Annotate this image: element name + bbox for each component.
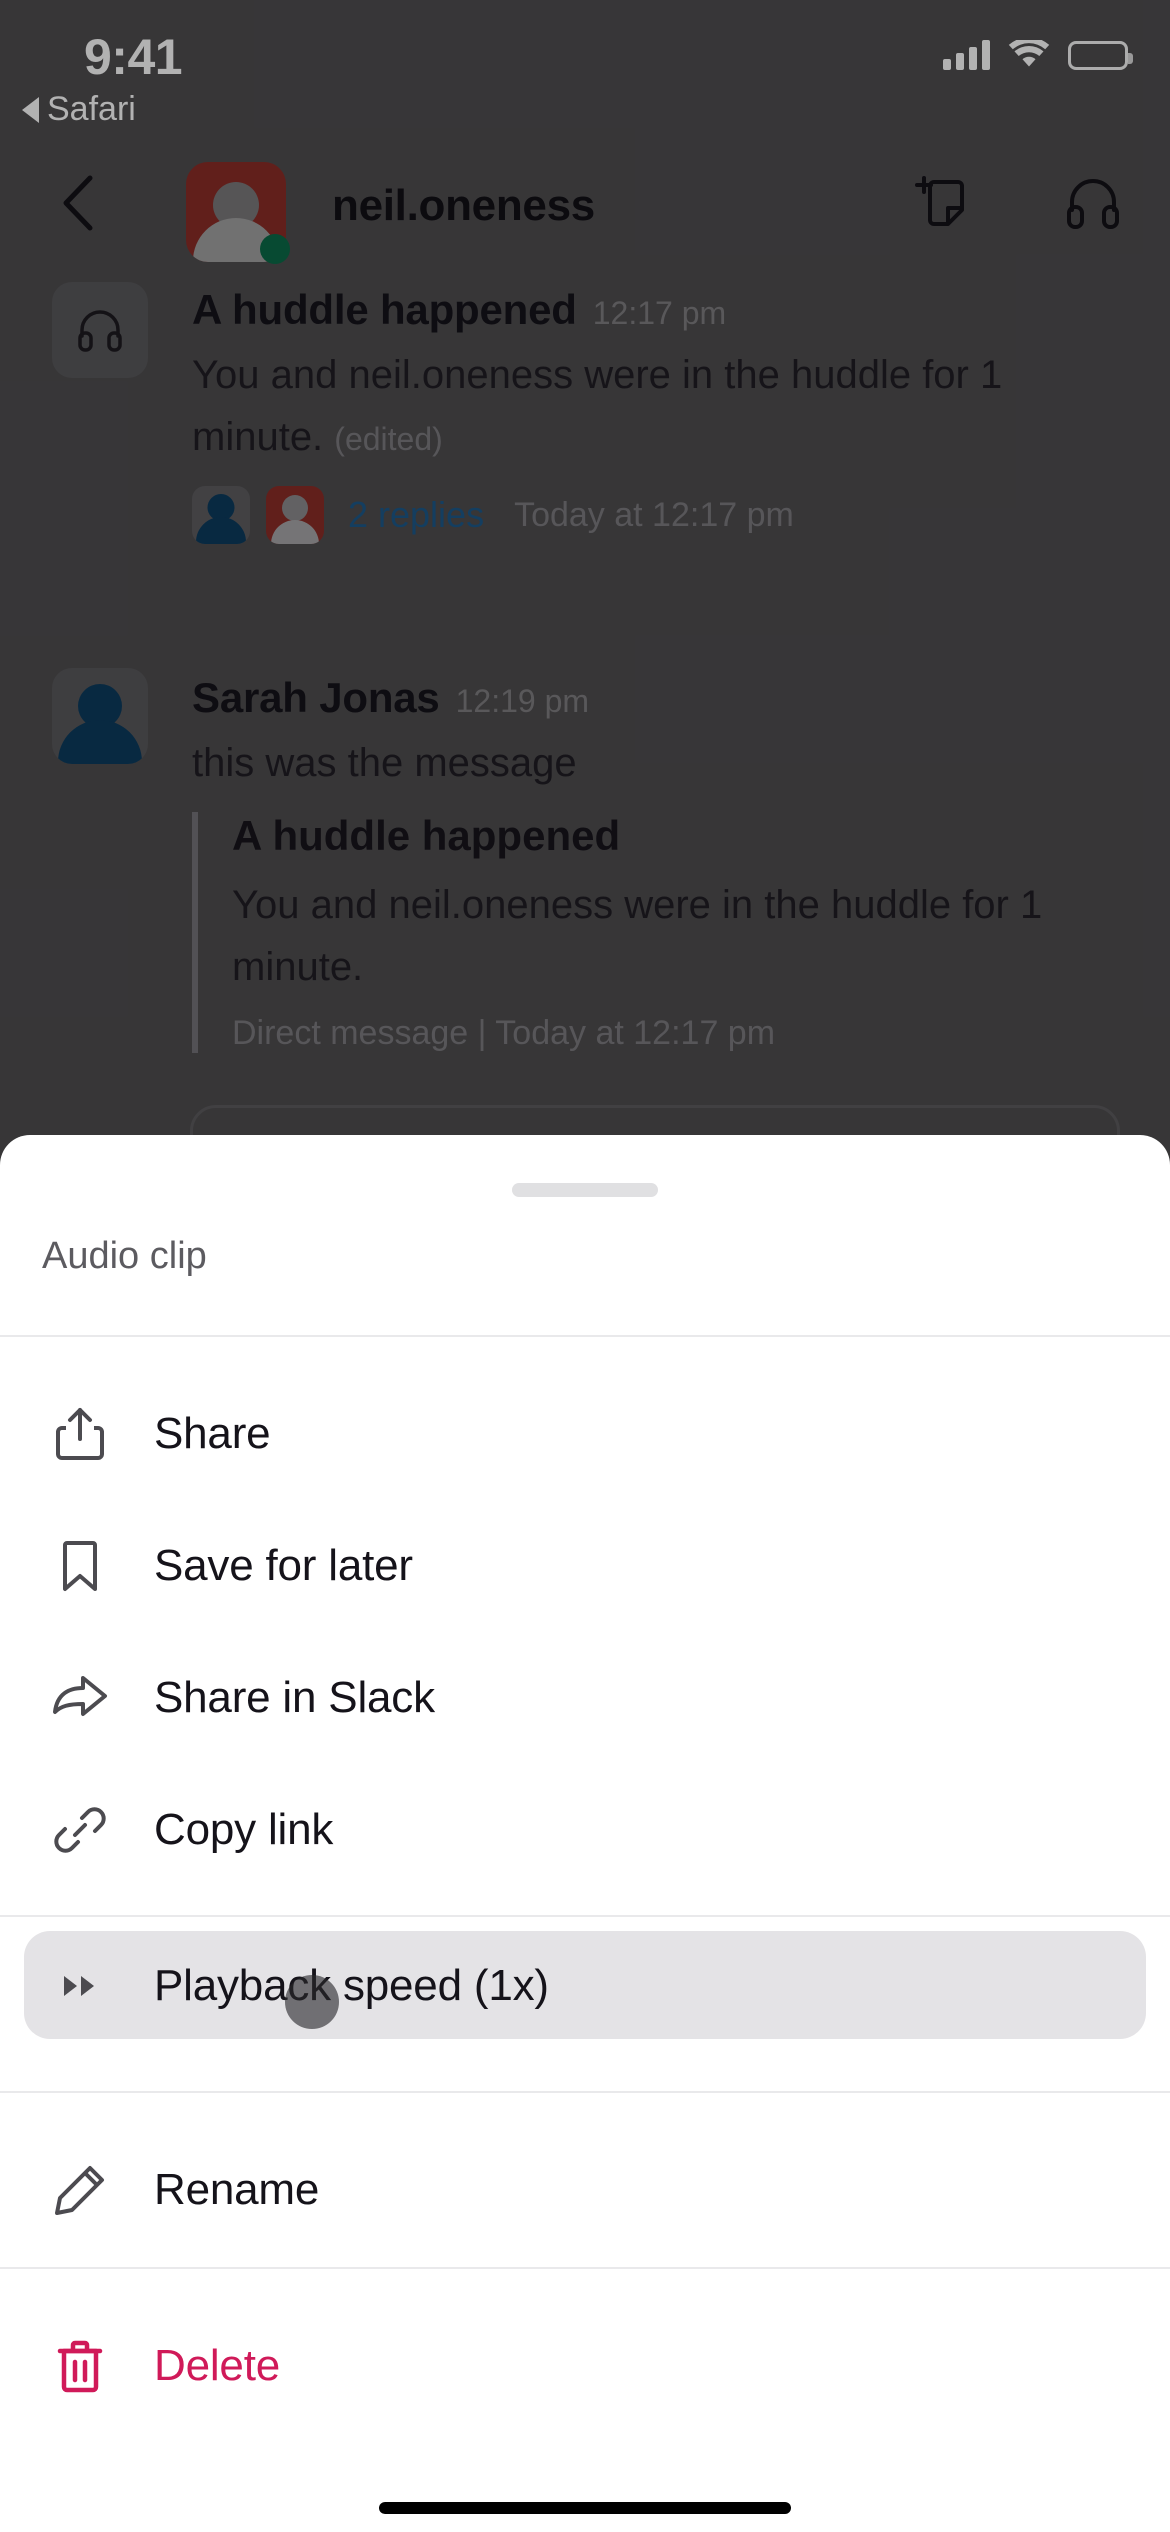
menu-item-label: Rename [154, 2165, 320, 2214]
divider [0, 1915, 1170, 1917]
menu-item-label: Playback speed (1x) [154, 1961, 549, 2010]
menu-item-label: Copy link [154, 1805, 334, 1854]
menu-item-share[interactable]: Share [0, 1379, 1170, 1489]
sheet-title: Audio clip [42, 1235, 207, 1277]
fast-forward-icon [48, 1954, 112, 2018]
divider [0, 1335, 1170, 1337]
menu-item-delete[interactable]: Delete [0, 2311, 1170, 2421]
divider [0, 2091, 1170, 2093]
forward-arrow-icon [48, 1666, 112, 1730]
menu-item-label: Share in Slack [154, 1673, 435, 1722]
touch-indicator [285, 1975, 339, 2029]
trash-icon [48, 2334, 112, 2398]
action-sheet: Audio clip Share Save for later Share in [0, 1135, 1170, 2532]
divider [0, 2267, 1170, 2269]
menu-item-label: Delete [154, 2341, 280, 2390]
home-indicator [379, 2502, 791, 2514]
menu-item-save-for-later[interactable]: Save for later [0, 1511, 1170, 1621]
sheet-grab-handle[interactable] [512, 1183, 658, 1197]
menu-item-label: Share [154, 1409, 271, 1458]
bookmark-icon [48, 1534, 112, 1598]
menu-item-playback-speed[interactable]: Playback speed (1x) [0, 1931, 1170, 2041]
menu-item-copy-link[interactable]: Copy link [0, 1775, 1170, 1885]
menu-item-label: Save for later [154, 1541, 413, 1590]
menu-item-rename[interactable]: Rename [0, 2135, 1170, 2245]
link-icon [48, 1798, 112, 1862]
menu-item-share-in-slack[interactable]: Share in Slack [0, 1643, 1170, 1753]
share-icon [48, 1402, 112, 1466]
pencil-icon [48, 2158, 112, 2222]
